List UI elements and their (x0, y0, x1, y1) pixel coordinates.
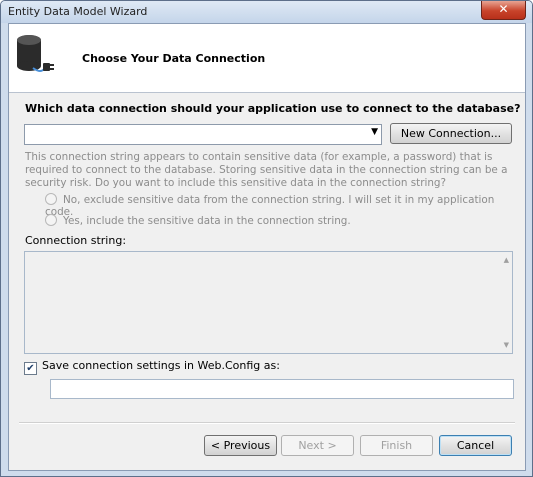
wizard-body: Choose Your Data Connection Which data c… (8, 23, 526, 471)
cancel-button[interactable]: Cancel (439, 435, 512, 456)
save-settings-label: Save connection settings in Web.Config a… (42, 359, 280, 372)
database-plug-icon (17, 35, 54, 72)
connection-string-label: Connection string: (25, 234, 127, 247)
connection-question: Which data connection should your applic… (25, 102, 521, 115)
save-settings-checkbox[interactable]: ✔ (24, 362, 37, 375)
window-title: Entity Data Model Wizard (8, 5, 148, 18)
radio-button-icon[interactable] (45, 214, 57, 226)
previous-button[interactable]: < Previous (204, 435, 277, 456)
radio-button-icon[interactable] (45, 193, 57, 205)
chevron-down-icon[interactable]: ▼ (371, 127, 378, 137)
scroll-up-icon[interactable]: ▲ (504, 256, 509, 264)
close-button[interactable]: ✕ (481, 1, 526, 20)
connection-select[interactable]: ▼ (24, 124, 382, 145)
connection-string-field[interactable]: ▲ ▼ (24, 251, 513, 354)
config-name-input[interactable] (50, 379, 514, 399)
footer-divider (19, 422, 515, 424)
wizard-window: Entity Data Model Wizard ✕ Choose Your D… (0, 0, 533, 477)
radio-include-sensitive[interactable]: Yes, include the sensitive data in the c… (45, 214, 351, 227)
sensitive-data-notice: This connection string appears to contai… (25, 151, 508, 189)
page-title: Choose Your Data Connection (82, 52, 266, 65)
title-bar: Entity Data Model Wizard ✕ (1, 1, 532, 23)
new-connection-button[interactable]: New Connection... (390, 123, 512, 144)
save-settings-row[interactable]: ✔ Save connection settings in Web.Config … (24, 359, 280, 375)
radio-include-label: Yes, include the sensitive data in the c… (63, 215, 351, 227)
close-icon: ✕ (498, 2, 509, 16)
wizard-header: Choose Your Data Connection (9, 24, 525, 93)
scroll-down-icon[interactable]: ▼ (504, 341, 509, 349)
finish-button[interactable]: Finish (360, 435, 433, 456)
next-button[interactable]: Next > (281, 435, 354, 456)
